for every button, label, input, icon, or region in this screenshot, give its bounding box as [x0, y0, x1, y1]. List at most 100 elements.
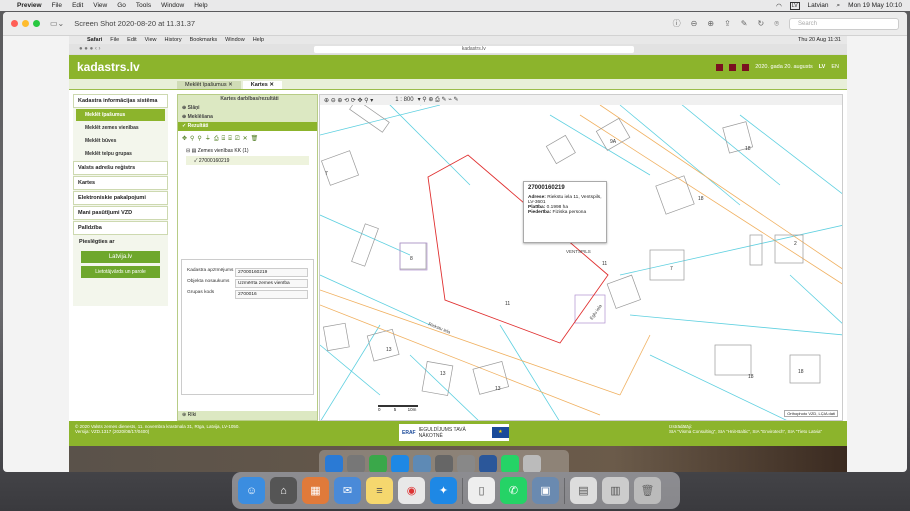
- tree-item: ✓ 27000160219: [186, 156, 309, 165]
- parcel-popup: 27000160219 Adrese: Riekstu iela 11, Ven…: [523, 181, 607, 243]
- inner-menu-edit: Edit: [127, 37, 137, 43]
- rotate-icon[interactable]: ↻: [757, 19, 764, 28]
- wifi-icon[interactable]: ◠: [776, 2, 782, 10]
- trash-icon[interactable]: 🗑: [634, 477, 661, 504]
- svg-text:18: 18: [748, 374, 754, 380]
- annotate-icon[interactable]: ⌾: [774, 19, 779, 29]
- zoom-out-icon[interactable]: ⊖: [691, 19, 698, 28]
- street-label-2: Eglu iela: [589, 303, 603, 320]
- svg-text:18: 18: [745, 146, 751, 152]
- migration-icon[interactable]: ⌂: [270, 477, 297, 504]
- detail-row: Objekta nosaukums Uzmērīta zemes vienība: [187, 279, 308, 288]
- info-icon[interactable]: ⓘ: [673, 18, 681, 29]
- svg-text:11: 11: [602, 261, 607, 267]
- document-title: Screen Shot 2020-08-20 at 11.31.37: [74, 19, 196, 28]
- screenshots-folder-icon[interactable]: ▤: [570, 477, 597, 504]
- svg-text:2: 2: [794, 241, 797, 247]
- menu-section-1: Kartes: [73, 176, 168, 190]
- inner-whatsapp-icon: [501, 455, 519, 472]
- details-box: Kadastra apzīmējums 27000160219 Objekta n…: [181, 259, 314, 395]
- downloads-stack-icon[interactable]: ▥: [602, 477, 629, 504]
- sidebar-toggle-icon[interactable]: ▭⌄: [50, 19, 64, 28]
- panel-header: Kartes darbības/rezultāti: [178, 95, 317, 104]
- inner-mail-icon: [457, 455, 475, 472]
- popup-pieder: Piederība: Fiziska persona: [528, 210, 587, 215]
- inner-desktop: [69, 446, 847, 472]
- preview-icon[interactable]: ▣: [532, 477, 559, 504]
- mac-menubar: Preview File Edit View Go Tools Window H…: [0, 0, 910, 11]
- inner-trash-icon: [523, 455, 541, 472]
- menu-edit[interactable]: Edit: [72, 2, 83, 9]
- twitter-icon: [742, 63, 750, 71]
- inner-nav-icons: ● ● ● ‹ ›: [79, 46, 101, 52]
- submenu-item-2: Meklēt būves: [76, 135, 165, 147]
- results-panel: Kartes darbības/rezultāti ⊕ Slāņi ⊕ Mekl…: [177, 94, 318, 421]
- document-icon[interactable]: ▯: [468, 477, 495, 504]
- menu-view[interactable]: View: [93, 2, 107, 9]
- svg-text:13: 13: [386, 347, 392, 353]
- close-button[interactable]: [11, 20, 18, 27]
- zoom-button[interactable]: [33, 20, 40, 27]
- site-date: 2020. gada 20. augusts: [755, 64, 813, 70]
- inner-dock: [319, 450, 569, 472]
- inner-app: Safari: [87, 37, 103, 43]
- search-field[interactable]: Search: [789, 17, 899, 30]
- share-icon[interactable]: ⇪: [724, 19, 731, 28]
- inner-word-icon: [479, 455, 497, 472]
- latvija-login-button: Latvija.lv: [81, 251, 160, 263]
- menu-go[interactable]: Go: [117, 2, 126, 9]
- left-menu-head: Kadastra informācijas sistēma: [73, 94, 168, 108]
- menu-section-4: Palīdzība: [73, 221, 168, 235]
- input-source-badge[interactable]: LV: [789, 1, 800, 10]
- detail-row: Grupas kods 2700016: [187, 290, 308, 299]
- cadastral-map: ⊕ ⊖ ⊕ ⟲ ⟳ ✥ ⚲ ▾ 1 : 800 ▾ ⚲ ⊕ ⎙ ✎ ⌁ ✎ 7 …: [319, 94, 843, 421]
- dock-separator: [564, 477, 565, 504]
- place-label: VENTSPILS: [566, 249, 591, 254]
- inner-finder-icon: [325, 455, 343, 472]
- svg-text:9A: 9A: [610, 139, 617, 145]
- popup-adrese: Adrese: Riekstu iela 11, Ventspils, LV-3…: [528, 195, 602, 205]
- map-toolbar: ⊕ ⊖ ⊕ ⟲ ⟳ ✥ ⚲ ▾ 1 : 800 ▾ ⚲ ⊕ ⎙ ✎ ⌁ ✎: [320, 95, 842, 105]
- markup-icon[interactable]: ✎: [741, 19, 748, 28]
- launchpad-icon[interactable]: ▦: [302, 477, 329, 504]
- submenu-item-1: Meklēt zemes vienības: [76, 122, 165, 134]
- menu-app-name[interactable]: Preview: [17, 2, 42, 9]
- submenu-item-3: Meklēt telpu grupas: [76, 148, 165, 160]
- inner-clock: Thu 20 Aug 11:31: [797, 37, 841, 43]
- inner-menubar: Safari File Edit View History Bookmarks …: [69, 36, 847, 44]
- input-source-label: Latvian: [807, 2, 829, 9]
- inner-menu-bookmarks: Bookmarks: [189, 37, 218, 43]
- menu-section-2: Elektroniskie pakalpojumi: [73, 191, 168, 205]
- map-tool-icons-2: ▾ ⚲ ⊕ ⎙ ✎ ⌁ ✎: [417, 97, 459, 103]
- notes-icon[interactable]: ≡: [366, 477, 393, 504]
- menu-help[interactable]: Help: [194, 2, 207, 9]
- chrome-icon[interactable]: ◉: [398, 477, 425, 504]
- left-menu: Kadastra informācijas sistēma Meklēt īpa…: [73, 94, 168, 306]
- svg-text:11: 11: [505, 301, 510, 307]
- menu-window[interactable]: Window: [161, 2, 184, 9]
- menu-file[interactable]: File: [52, 2, 62, 9]
- tab-kartes: Kartes ✕: [242, 81, 282, 89]
- lang-en: EN: [831, 64, 839, 70]
- whatsapp-icon[interactable]: ✆: [500, 477, 527, 504]
- popup-title: 27000160219: [528, 185, 565, 191]
- search-icon[interactable]: ⌕: [837, 2, 841, 10]
- mail-icon[interactable]: ✉: [334, 477, 361, 504]
- mac-dock: ☺ ⌂ ▦ ✉ ≡ ◉ ✦ ▯ ✆ ▣ ▤ ▥ 🗑: [232, 472, 680, 509]
- panel-meklesana: ⊕ Meklēšana: [178, 113, 317, 122]
- preview-window: ▭⌄ Screen Shot 2020-08-20 at 11.31.37 ⓘ …: [3, 12, 907, 472]
- site-logo: kadastrs.lv: [77, 60, 140, 74]
- dock-separator: [462, 477, 463, 504]
- site-footer: © 2020 Valsts zemes dienests, 11. novemb…: [69, 421, 847, 446]
- site-header: kadastrs.lv 2020. gada 20. augusts LV EN: [69, 55, 847, 79]
- menu-tools[interactable]: Tools: [136, 2, 151, 9]
- results-tree: ⊟ ▤ Zemes vienības KK (1) ✓ 27000160219: [178, 145, 317, 168]
- inner-address-bar: kadastrs.lv: [313, 45, 634, 53]
- youtube-icon: [716, 63, 724, 71]
- zoom-in-icon[interactable]: ⊕: [707, 19, 714, 28]
- map-canvas: 7 8 11 9A 18 18 11 7 2 13 13 13 18 18 VE…: [320, 95, 842, 420]
- finder-icon[interactable]: ☺: [238, 477, 265, 504]
- minimize-button[interactable]: [22, 20, 29, 27]
- safari-icon[interactable]: ✦: [430, 477, 457, 504]
- site-tabs: Meklēt īpašumus ✕ Kartes ✕: [69, 79, 847, 90]
